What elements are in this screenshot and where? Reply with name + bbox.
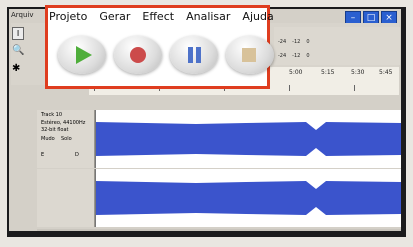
vu-label: -24 [278, 39, 287, 45]
pan-right-label: D [75, 152, 79, 158]
menu-bar: Projeto Gerar Effect Analisar Ajuda [48, 8, 274, 26]
ruler-label: 5:15 [321, 69, 335, 76]
vu-label: 0 [306, 39, 310, 45]
waveform [96, 181, 401, 215]
audio-track[interactable] [37, 169, 401, 227]
track-info: Estéreo, 44100Hz [41, 120, 86, 126]
menu-projeto[interactable]: Projeto [49, 8, 87, 26]
play-button[interactable] [58, 36, 106, 74]
menu-effect[interactable]: Effect [142, 8, 174, 26]
vu-meters[interactable]: -24 -12 0 -24 -12 0 [274, 27, 400, 65]
record-icon [130, 47, 146, 63]
multi-tool-icon[interactable]: ✱ [12, 63, 20, 74]
pause-button[interactable] [170, 36, 218, 74]
vu-label: -24 [278, 53, 287, 59]
vu-label: -12 [292, 39, 301, 45]
horizontal-scrollbar[interactable] [37, 229, 401, 231]
menu-gerar[interactable]: Gerar [99, 8, 130, 26]
waveform-area[interactable] [95, 169, 401, 227]
track-control-panel [37, 169, 95, 227]
play-icon [76, 46, 92, 64]
pause-icon [188, 47, 201, 63]
menu-ajuda[interactable]: Ajuda [242, 8, 273, 26]
vu-label: 0 [306, 53, 310, 59]
menu-analisar[interactable]: Analisar [186, 8, 230, 26]
mute-button[interactable]: Mudo [41, 136, 55, 142]
track-name[interactable]: Track 10 [41, 112, 62, 118]
selection-tool-icon[interactable]: I [12, 27, 24, 40]
pan-left-label: E [41, 152, 45, 158]
track-info: 32-bit float [41, 127, 69, 133]
stop-icon [242, 48, 256, 62]
vu-label: -12 [292, 53, 301, 59]
waveform [96, 122, 401, 156]
ruler-tick [289, 85, 290, 91]
zoom-tool-icon[interactable]: 🔍 [12, 45, 24, 56]
stop-button[interactable] [226, 36, 274, 74]
track-control-panel: Track 10 Estéreo, 44100Hz 32-bit float M… [37, 110, 95, 168]
record-button[interactable] [114, 36, 162, 74]
audio-track[interactable]: Track 10 Estéreo, 44100Hz 32-bit float M… [37, 110, 401, 168]
ruler-label: 5:00 [289, 69, 303, 76]
app-title: Arquiv [11, 11, 34, 19]
waveform-area[interactable] [95, 110, 401, 168]
ruler-tick [354, 85, 355, 91]
ruler-label: 5:45 [379, 69, 393, 76]
ruler-label: 5:30 [351, 69, 365, 76]
transport-buttons [56, 30, 274, 84]
solo-button[interactable]: Solo [61, 136, 72, 142]
transport-popout: Projeto Gerar Effect Analisar Ajuda [45, 5, 274, 89]
